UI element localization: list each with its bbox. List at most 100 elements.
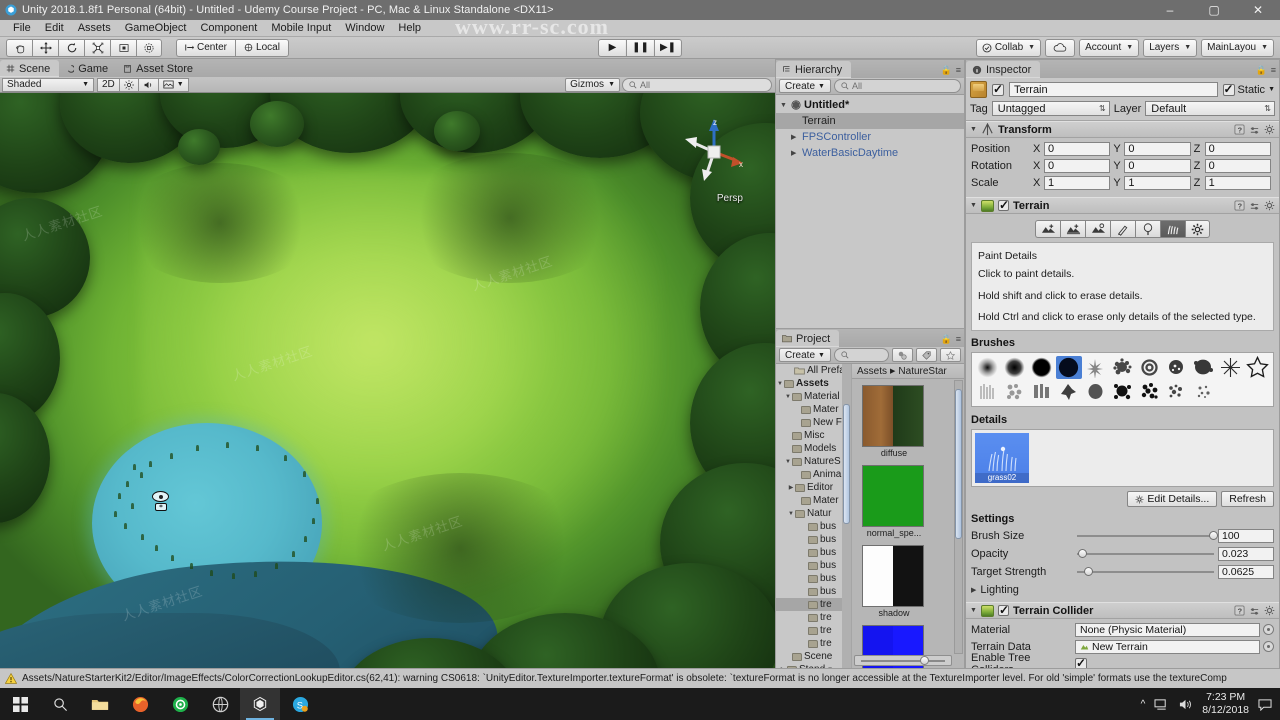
lock-icon[interactable]: 🔒 xyxy=(941,65,952,76)
brush-cell[interactable] xyxy=(1002,356,1028,379)
rotate-tool-button[interactable] xyxy=(58,38,84,57)
transform-tool-button[interactable] xyxy=(136,38,162,57)
project-tree-item[interactable]: bus xyxy=(776,572,851,585)
hierarchy-item-fpscontroller[interactable]: ▶ FPSController xyxy=(776,129,964,145)
project-zoom-slider[interactable] xyxy=(854,655,952,666)
brush-cell[interactable] xyxy=(1029,380,1055,403)
gameobject-enabled-checkbox[interactable] xyxy=(992,82,1004,96)
tree-colliders-checkbox[interactable] xyxy=(1075,656,1087,668)
start-button[interactable] xyxy=(0,688,40,720)
firefox-button[interactable] xyxy=(120,688,160,720)
asset-item-normal[interactable]: normal_spe... xyxy=(862,465,964,538)
pause-button[interactable]: ❚❚ xyxy=(625,38,654,57)
project-filter-label-button[interactable] xyxy=(916,348,937,362)
material-object-field[interactable]: None (Physic Material) xyxy=(1075,622,1260,637)
foldout-arrow-icon[interactable]: ▼ xyxy=(970,607,977,614)
brush-cell[interactable] xyxy=(1029,356,1055,379)
material-picker-button[interactable] xyxy=(1263,624,1274,636)
brush-cell[interactable] xyxy=(1110,380,1136,403)
preset-icon[interactable] xyxy=(1249,605,1260,616)
expand-arrow-icon[interactable]: ▶ xyxy=(791,149,802,157)
tab-asset-store[interactable]: Asset Store xyxy=(117,60,202,77)
pivot-local-button[interactable]: Local xyxy=(235,38,289,57)
raise-lower-terrain-tool-button[interactable] xyxy=(1035,220,1060,238)
project-tree-item[interactable]: tre xyxy=(776,611,851,624)
move-tool-button[interactable] xyxy=(32,38,58,57)
scale-z-input[interactable]: 1 xyxy=(1204,175,1271,190)
rect-tool-button[interactable] xyxy=(110,38,136,57)
project-tree-item[interactable]: Mater xyxy=(776,403,851,416)
draw-mode-dropdown[interactable]: Shaded ▼ xyxy=(2,77,94,92)
hierarchy-item-waterbasicdaytime[interactable]: ▶ WaterBasicDaytime xyxy=(776,145,964,161)
brush-cell[interactable] xyxy=(1136,380,1162,403)
terrain-data-picker-button[interactable] xyxy=(1263,641,1274,653)
position-z-input[interactable]: 0 xyxy=(1204,141,1271,156)
brush-cell[interactable] xyxy=(1083,380,1109,403)
tab-scene[interactable]: Scene xyxy=(0,60,60,77)
preset-icon[interactable] xyxy=(1249,124,1260,135)
target-strength-slider[interactable] xyxy=(1077,565,1214,578)
brush-cell[interactable] xyxy=(975,380,1001,403)
lock-icon[interactable]: 🔒 xyxy=(1256,65,1267,76)
brush-cell[interactable] xyxy=(1190,356,1216,379)
clock[interactable]: 7:23 PM 8/12/2018 xyxy=(1202,691,1249,717)
paint-details-tool-button[interactable] xyxy=(1160,220,1185,238)
help-icon[interactable]: ? xyxy=(1234,124,1245,135)
brush-cell[interactable] xyxy=(1217,356,1243,379)
place-trees-tool-button[interactable] xyxy=(1135,220,1160,238)
project-tree-item[interactable]: Anima xyxy=(776,468,851,481)
foldout-arrow-icon[interactable]: ▼ xyxy=(970,202,977,209)
transform-component-header[interactable]: ▼ Transform ? xyxy=(966,121,1279,138)
collab-button[interactable]: Collab ▼ xyxy=(975,38,1042,57)
project-tree-item-models[interactable]: Models xyxy=(776,442,851,455)
help-icon[interactable]: ? xyxy=(1234,200,1245,211)
hierarchy-item-terrain[interactable]: Terrain xyxy=(776,113,964,129)
project-tree-item-nature[interactable]: ▼ Natur xyxy=(776,507,851,520)
menu-window[interactable]: Window xyxy=(338,20,391,37)
breadcrumb-assets[interactable]: Assets xyxy=(857,366,887,377)
brush-cell[interactable] xyxy=(1110,356,1136,379)
expand-arrow-icon[interactable]: ▼ xyxy=(776,381,784,387)
terrain-component-header[interactable]: ▼ Terrain ? xyxy=(966,197,1279,214)
project-tree-item[interactable]: bus xyxy=(776,585,851,598)
menu-gameobject[interactable]: GameObject xyxy=(118,20,194,37)
gameobject-name-input[interactable]: Terrain xyxy=(1009,82,1218,97)
expand-arrow-icon[interactable]: ▼ xyxy=(784,394,792,400)
brush-cell[interactable] xyxy=(1083,356,1109,379)
brush-cell[interactable] xyxy=(1136,356,1162,379)
toggle-2d-button[interactable]: 2D xyxy=(97,77,120,92)
help-icon[interactable]: ? xyxy=(1234,605,1245,616)
brush-size-slider[interactable] xyxy=(1077,529,1218,542)
asset-item-shadow[interactable]: shadow xyxy=(862,545,964,618)
brush-cell-selected[interactable] xyxy=(1055,356,1082,380)
gear-icon[interactable] xyxy=(1264,605,1275,616)
project-tree-item[interactable]: tre xyxy=(776,624,851,637)
menu-assets[interactable]: Assets xyxy=(71,20,118,37)
brush-cell-star[interactable] xyxy=(1244,356,1270,379)
gear-icon[interactable] xyxy=(1264,124,1275,135)
terrain-settings-tool-button[interactable] xyxy=(1185,220,1210,238)
show-hidden-icons-button[interactable]: ^ xyxy=(1141,699,1146,710)
project-tree-item-assets[interactable]: ▼ Assets xyxy=(776,377,851,390)
scale-y-input[interactable]: 1 xyxy=(1124,175,1191,190)
brush-size-value[interactable]: 100 xyxy=(1218,528,1274,543)
scale-x-input[interactable]: 1 xyxy=(1044,175,1111,190)
project-tree-item[interactable]: bus xyxy=(776,520,851,533)
hierarchy-item-scene[interactable]: ▼ Untitled* xyxy=(776,97,964,113)
foldout-arrow-icon[interactable]: ▼ xyxy=(970,126,977,133)
expand-arrow-icon[interactable]: ▶ xyxy=(791,133,802,141)
layers-button[interactable]: Layers ▼ xyxy=(1143,38,1198,57)
project-grid-scrollbar[interactable] xyxy=(954,380,963,654)
file-explorer-button[interactable] xyxy=(80,688,120,720)
panel-menu-icon[interactable]: ≡ xyxy=(1271,65,1276,76)
expand-arrow-icon[interactable]: ▼ xyxy=(780,102,791,109)
project-tree-item-scenes[interactable]: Scene xyxy=(776,650,851,663)
brush-cell[interactable] xyxy=(1163,356,1189,379)
rotation-y-input[interactable]: 0 xyxy=(1124,158,1191,173)
scene-projection-label[interactable]: Persp xyxy=(717,193,743,204)
layout-button[interactable]: MainLayou ▼ xyxy=(1201,38,1274,57)
panel-menu-icon[interactable]: ≡ xyxy=(956,334,961,345)
project-tree-item[interactable]: bus xyxy=(776,533,851,546)
opacity-value[interactable]: 0.023 xyxy=(1218,546,1274,561)
project-tree-scrollbar[interactable] xyxy=(842,364,851,668)
